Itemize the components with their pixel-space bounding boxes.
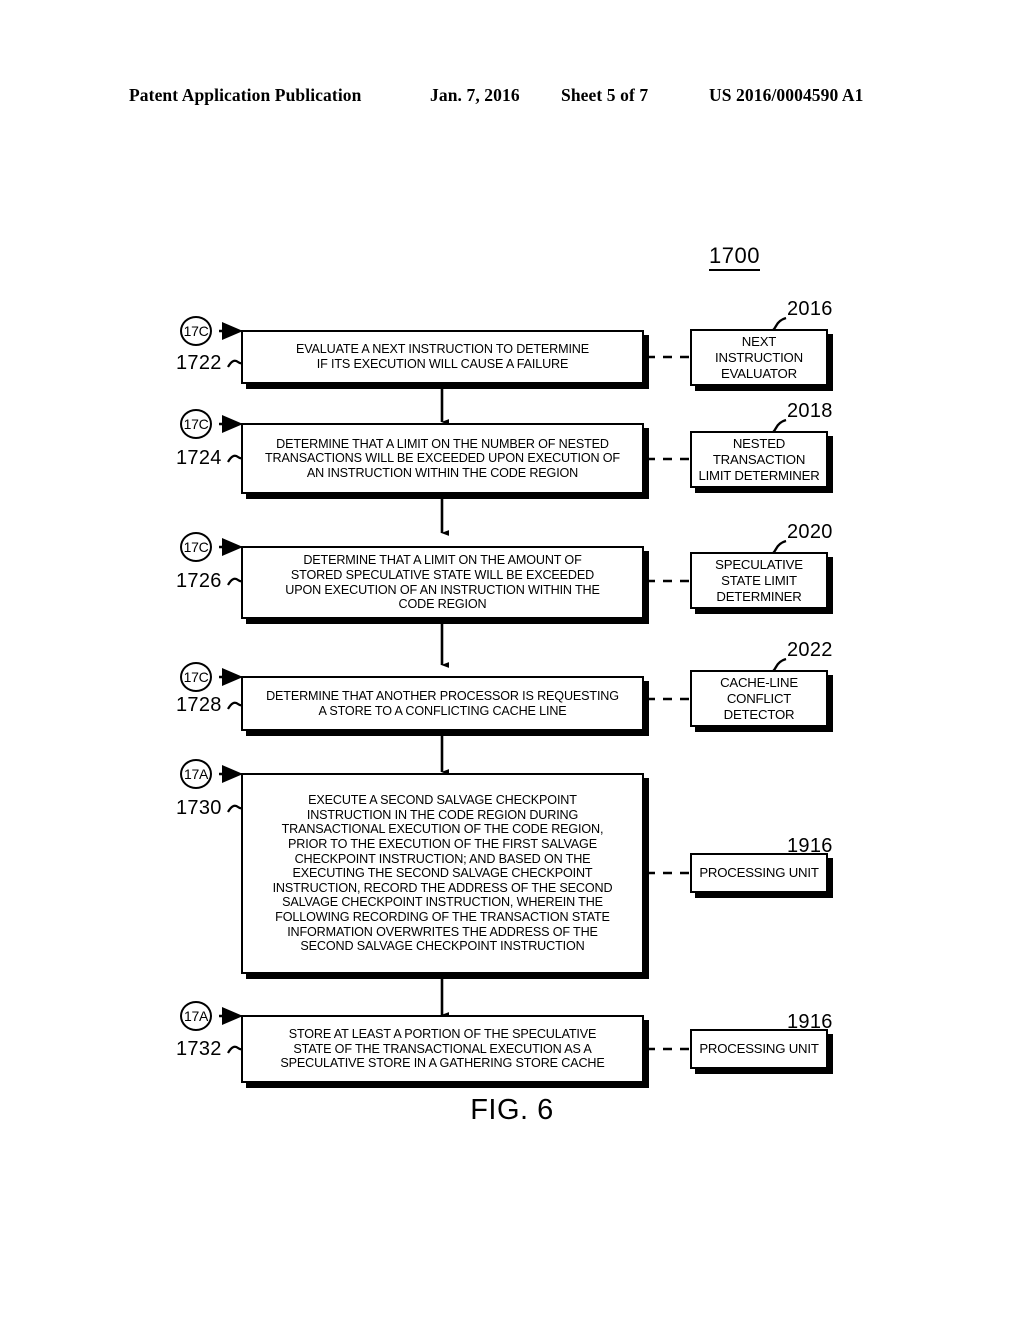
component-reference-2016: 2016 [787,298,833,320]
component-reference-2020: 2020 [787,521,833,543]
process-step-1732-label: STORE AT LEAST A PORTION OF THE SPECULAT… [280,1027,605,1071]
component-box-processing-unit-lower[interactable]: PROCESSING UNIT [690,1029,828,1069]
connector-circle-1730[interactable]: 17A [180,759,212,789]
process-step-1722[interactable]: EVALUATE A NEXT INSTRUCTION TO DETERMINE… [241,330,644,384]
process-step-1732[interactable]: STORE AT LEAST A PORTION OF THE SPECULAT… [241,1015,644,1083]
connector-circle-1722[interactable]: 17C [180,316,212,346]
step-reference-1730: 1730 [176,797,222,819]
component-box-cache-line-conflict-detector[interactable]: CACHE-LINE CONFLICT DETECTOR [690,670,828,727]
component-box-1916-upper-label: PROCESSING UNIT [699,865,819,880]
process-step-1730-label: EXECUTE A SECOND SALVAGE CHECKPOINT INST… [272,793,613,954]
process-step-1728[interactable]: DETERMINE THAT ANOTHER PROCESSOR IS REQU… [241,676,644,731]
connector-circle-1728[interactable]: 17C [180,662,212,692]
component-box-2016-label: NEXT INSTRUCTION EVALUATOR [715,333,803,381]
process-step-1726-label: DETERMINE THAT A LIMIT ON THE AMOUNT OF … [285,553,600,612]
step-reference-1728: 1728 [176,694,222,716]
component-reference-2022: 2022 [787,639,833,661]
component-box-1916-lower-label: PROCESSING UNIT [699,1041,819,1056]
process-step-1722-label: EVALUATE A NEXT INSTRUCTION TO DETERMINE… [295,342,590,371]
flowchart-reference-numeral: 1700 [709,244,760,271]
figure-caption: FIG. 6 [470,1094,554,1126]
connector-circle-1724[interactable]: 17C [180,409,212,439]
component-reference-2018: 2018 [787,400,833,422]
process-step-1728-label: DETERMINE THAT ANOTHER PROCESSOR IS REQU… [266,688,619,718]
component-box-2020-label: SPECULATIVE STATE LIMIT DETERMINER [715,556,803,604]
component-box-nested-transaction-limit-determiner[interactable]: NESTED TRANSACTION LIMIT DETERMINER [690,431,828,488]
step-reference-1726: 1726 [176,570,222,592]
component-box-2018-label: NESTED TRANSACTION LIMIT DETERMINER [698,435,820,483]
connector-circle-1726[interactable]: 17C [180,532,212,562]
process-step-1724-label: DETERMINE THAT A LIMIT ON THE NUMBER OF … [265,436,620,480]
patent-figure: 1700 17C 17C 17C 17C 17A 17A 1722 1724 1… [0,0,1024,1320]
connector-circle-1732[interactable]: 17A [180,1001,212,1031]
connector-arrowheads [222,322,243,1025]
step-reference-1724: 1724 [176,447,222,469]
component-box-next-instruction-evaluator[interactable]: NEXT INSTRUCTION EVALUATOR [690,329,828,386]
component-box-speculative-state-limit-determiner[interactable]: SPECULATIVE STATE LIMIT DETERMINER [690,552,828,609]
component-box-2022-label: CACHE-LINE CONFLICT DETECTOR [720,674,798,722]
step-reference-1732: 1732 [176,1038,222,1060]
dashed-association-links [646,355,690,1051]
process-step-1726[interactable]: DETERMINE THAT A LIMIT ON THE AMOUNT OF … [241,546,644,619]
component-box-processing-unit-upper[interactable]: PROCESSING UNIT [690,853,828,893]
process-step-1730[interactable]: EXECUTE A SECOND SALVAGE CHECKPOINT INST… [241,773,644,974]
process-step-1724[interactable]: DETERMINE THAT A LIMIT ON THE NUMBER OF … [241,423,644,494]
step-reference-1722: 1722 [176,352,222,374]
